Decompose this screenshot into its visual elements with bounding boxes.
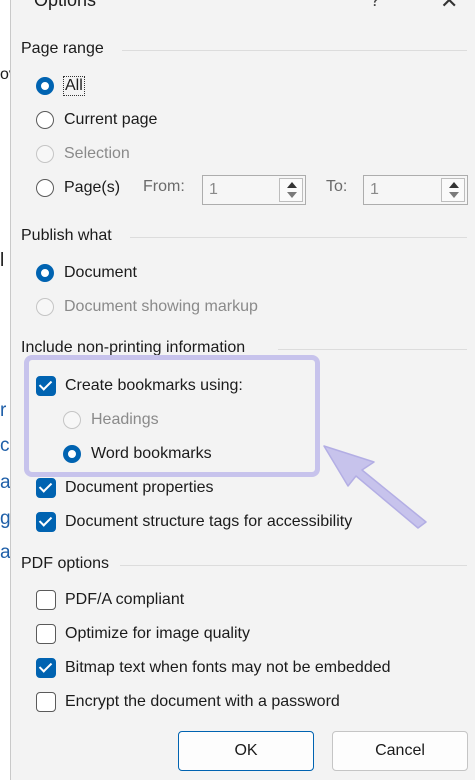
- checkbox-label: Create bookmarks using:: [65, 377, 243, 394]
- radio-label: Document: [64, 264, 137, 281]
- divider: [130, 237, 467, 238]
- radio-label: Page(s): [64, 179, 121, 196]
- radio-icon[interactable]: [63, 445, 81, 463]
- background-text: g: [0, 508, 11, 529]
- bookmark-word-radio[interactable]: Word bookmarks: [63, 442, 212, 466]
- bookmark-headings-radio: Headings: [63, 408, 159, 432]
- from-value: 1: [209, 181, 218, 198]
- document-properties-checkbox[interactable]: Document properties: [36, 476, 214, 500]
- from-label: From:: [143, 178, 185, 195]
- publish-document-radio[interactable]: Document: [36, 261, 137, 285]
- background-text: l: [0, 250, 5, 271]
- create-bookmarks-checkbox[interactable]: Create bookmarks using:: [36, 374, 243, 398]
- pdfa-checkbox[interactable]: PDF/A compliant: [36, 588, 184, 612]
- radio-label: Document showing markup: [64, 298, 258, 315]
- to-value: 1: [370, 181, 379, 198]
- cancel-button[interactable]: Cancel: [332, 731, 468, 771]
- ok-button[interactable]: OK: [178, 731, 314, 771]
- dialog-titlebar: Options ? ✕: [10, 0, 475, 16]
- checkbox-label: Document properties: [65, 479, 214, 496]
- checkbox-icon[interactable]: [36, 692, 56, 712]
- checkbox-label: PDF/A compliant: [65, 591, 185, 608]
- arrow-up-icon[interactable]: [287, 182, 297, 188]
- background-text: r: [0, 400, 7, 421]
- close-icon[interactable]: ✕: [440, 0, 458, 14]
- radio-icon[interactable]: [36, 264, 54, 282]
- pdf-options-heading: PDF options: [21, 555, 110, 572]
- to-label: To:: [326, 178, 348, 195]
- radio-icon[interactable]: [36, 111, 54, 129]
- checkbox-icon[interactable]: [36, 512, 56, 532]
- checkbox-icon[interactable]: [36, 624, 56, 644]
- arrow-down-icon[interactable]: [449, 192, 459, 198]
- help-icon[interactable]: ?: [370, 0, 380, 11]
- checkbox-label: Optimize for image quality: [65, 625, 250, 642]
- radio-label: Selection: [64, 145, 130, 162]
- background-text: a: [0, 542, 11, 563]
- divider: [278, 349, 467, 350]
- radio-icon: [63, 411, 81, 429]
- to-spinner[interactable]: 1: [363, 175, 468, 205]
- arrow-down-icon[interactable]: [287, 192, 297, 198]
- radio-label: Current page: [64, 111, 158, 128]
- checkbox-label: Document structure tags for accessibilit…: [65, 513, 353, 530]
- radio-icon[interactable]: [36, 77, 54, 95]
- background-text: a: [0, 472, 11, 493]
- arrow-up-icon[interactable]: [449, 182, 459, 188]
- background-text: c: [0, 435, 10, 456]
- page-range-heading: Page range: [21, 40, 104, 57]
- page-range-current-radio[interactable]: Current page: [36, 108, 157, 132]
- dialog-title: Options: [34, 0, 97, 10]
- radio-icon: [36, 298, 54, 316]
- structure-tags-checkbox[interactable]: Document structure tags for accessibilit…: [36, 510, 352, 534]
- checkbox-icon[interactable]: [36, 590, 56, 610]
- page-range-all-radio[interactable]: All: [36, 74, 85, 98]
- page-range-selection-radio: Selection: [36, 142, 130, 166]
- checkbox-icon[interactable]: [36, 658, 56, 678]
- radio-icon: [36, 145, 54, 163]
- publish-markup-radio: Document showing markup: [36, 295, 258, 319]
- encrypt-checkbox[interactable]: Encrypt the document with a password: [36, 690, 340, 714]
- page-range-pages-radio[interactable]: Page(s): [36, 176, 120, 200]
- from-spinner[interactable]: 1: [202, 175, 306, 205]
- publish-what-heading: Publish what: [21, 227, 112, 244]
- checkbox-label: Bitmap text when fonts may not be embedd…: [65, 659, 391, 676]
- checkbox-icon[interactable]: [36, 376, 56, 396]
- spinner-arrows[interactable]: [441, 178, 465, 202]
- optimize-image-checkbox[interactable]: Optimize for image quality: [36, 622, 250, 646]
- divider: [122, 50, 467, 51]
- checkbox-icon[interactable]: [36, 478, 56, 498]
- checkbox-label: Encrypt the document with a password: [65, 693, 340, 710]
- radio-label: Headings: [91, 411, 159, 428]
- divider: [120, 565, 467, 566]
- radio-icon[interactable]: [36, 179, 54, 197]
- spinner-arrows[interactable]: [279, 178, 303, 202]
- radio-label: All: [63, 76, 85, 96]
- radio-label: Word bookmarks: [91, 445, 212, 462]
- bitmap-text-checkbox[interactable]: Bitmap text when fonts may not be embedd…: [36, 656, 391, 680]
